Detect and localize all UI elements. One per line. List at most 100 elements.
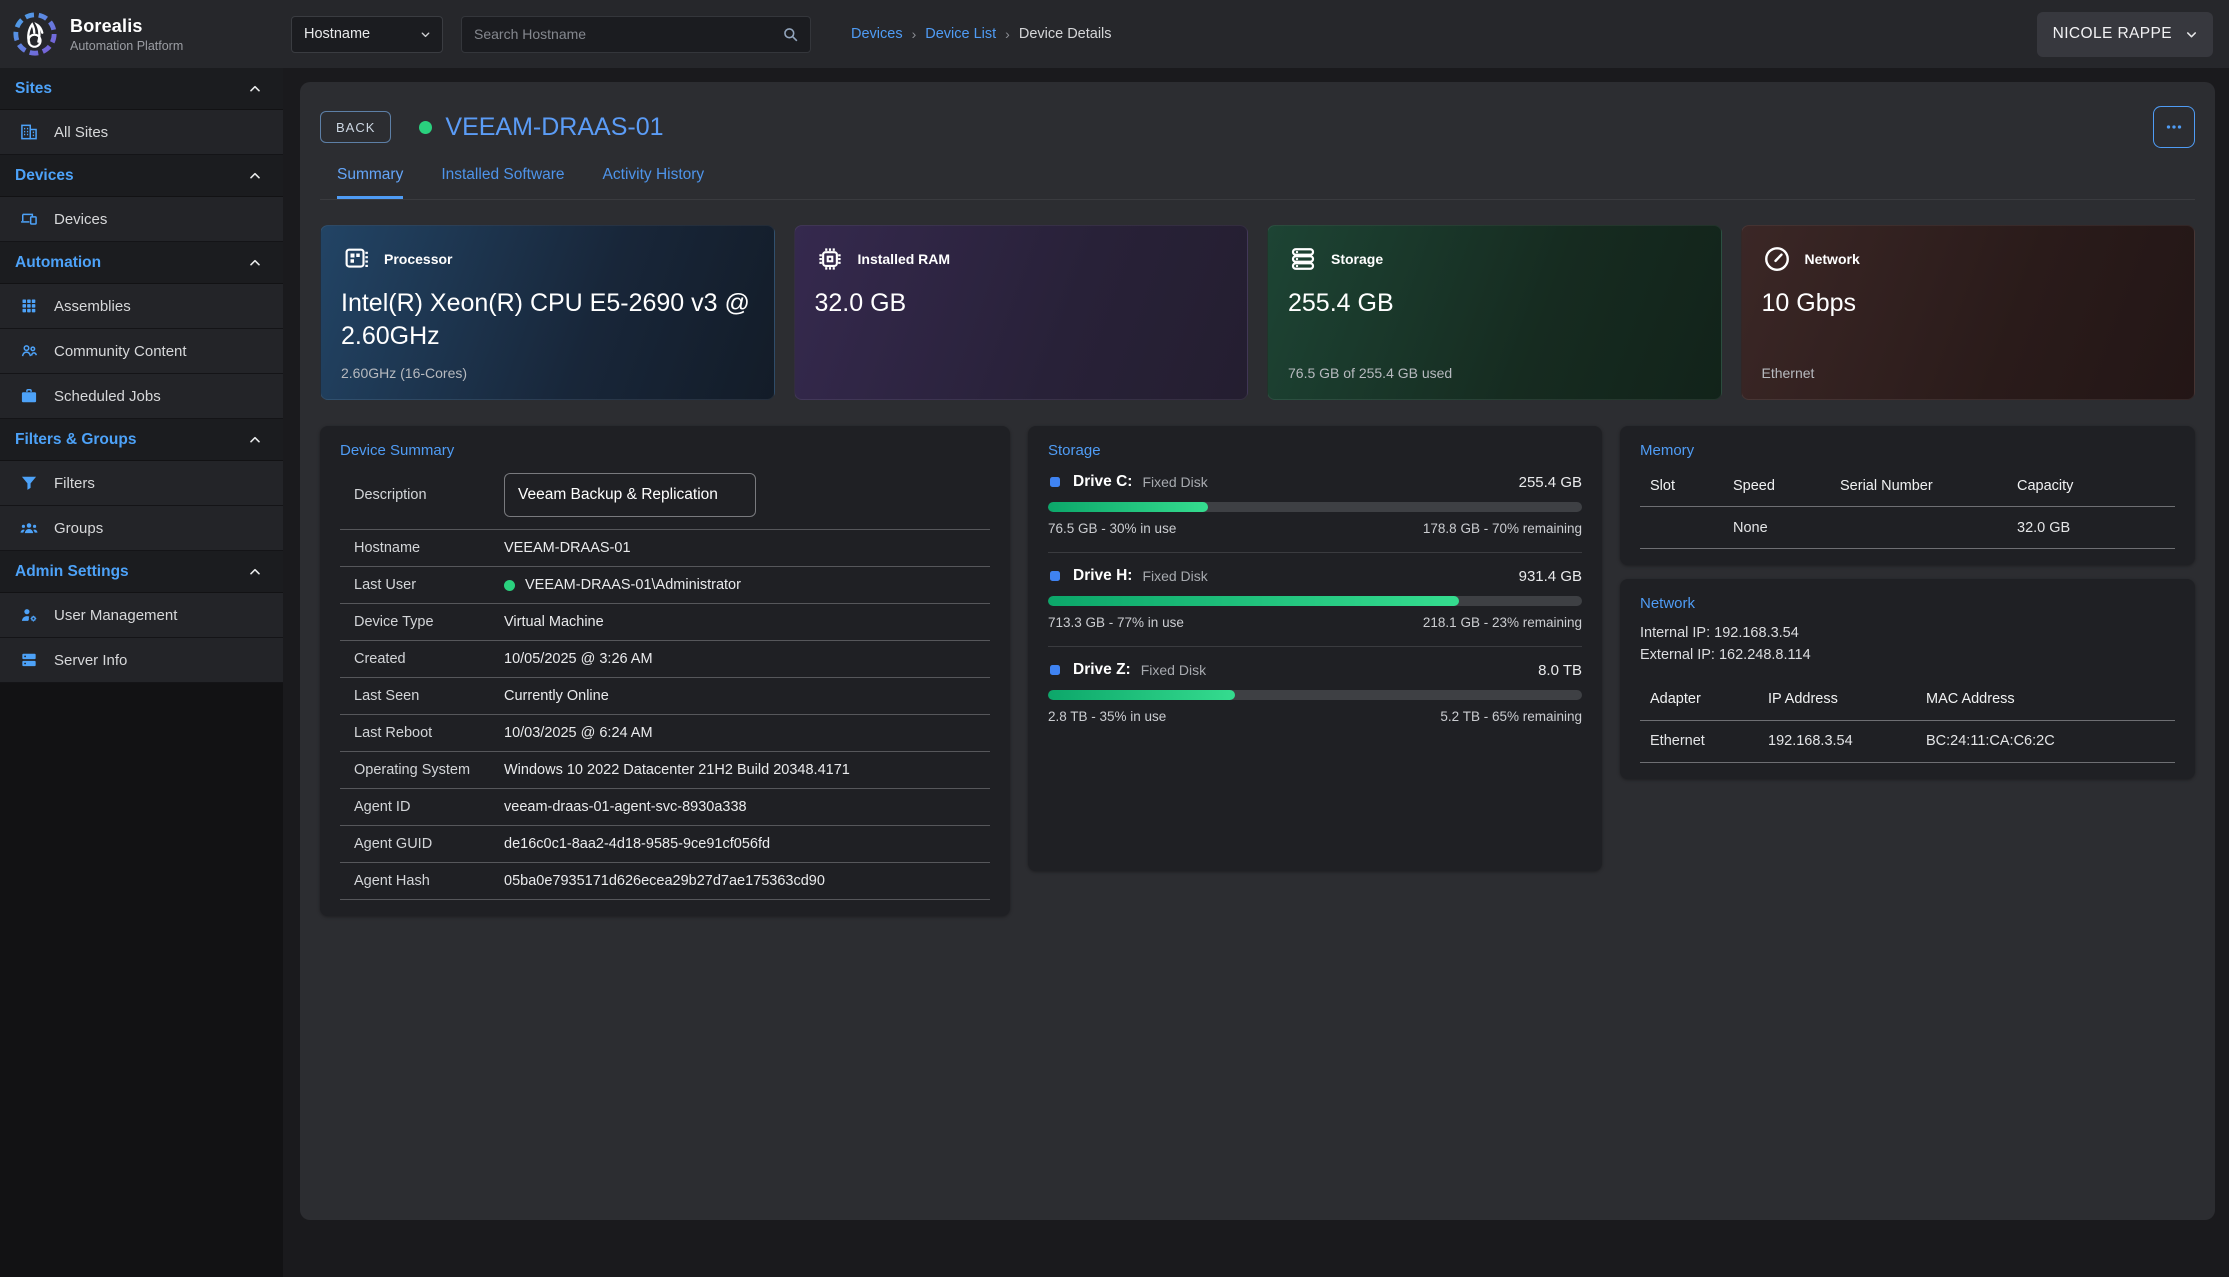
sidebar-section-label: Sites bbox=[15, 80, 52, 98]
stat-card-label: Network bbox=[1805, 251, 1860, 267]
drive-remaining-text: 218.1 GB - 23% remaining bbox=[1423, 615, 1582, 630]
drive-bullet-icon bbox=[1050, 477, 1060, 487]
main-region: BACK VEEAM-DRAAS-01 Summary Installed Sof… bbox=[283, 68, 2229, 1277]
memory-col-header: Speed bbox=[1733, 478, 1840, 494]
panel-title: Storage bbox=[1048, 442, 1582, 459]
chevron-down-icon bbox=[419, 28, 432, 41]
topbar: Borealis Automation Platform Hostname De… bbox=[0, 0, 2229, 68]
summary-row-operating-system: Operating SystemWindows 10 2022 Datacent… bbox=[340, 752, 990, 789]
drive-drive-c: Drive C:Fixed Disk255.4 GB76.5 GB - 30% … bbox=[1048, 459, 1582, 553]
sidebar-item-label: Assemblies bbox=[54, 298, 131, 315]
breadcrumb: Devices›Device List›Device Details bbox=[851, 26, 1112, 42]
sidebar-section-devices[interactable]: Devices bbox=[0, 155, 283, 197]
filter-icon bbox=[19, 473, 39, 493]
brand-subtitle: Automation Platform bbox=[70, 39, 183, 53]
sidebar-section-label: Filters & Groups bbox=[15, 431, 136, 449]
stat-card-processor: Processor Intel(R) Xeon(R) CPU E5-2690 v3… bbox=[320, 225, 775, 400]
summary-row-label: Last User bbox=[354, 577, 504, 593]
summary-row-agent-guid: Agent GUIDde16c0c1-8aa2-4d18-9585-9ce91c… bbox=[340, 826, 990, 863]
panel-title: Network bbox=[1640, 595, 2175, 612]
device-details-card: BACK VEEAM-DRAAS-01 Summary Installed Sof… bbox=[300, 82, 2215, 1220]
user-menu-button[interactable]: NICOLE RAPPE bbox=[2037, 12, 2213, 57]
tab-installed-software[interactable]: Installed Software bbox=[441, 166, 564, 199]
search-icon[interactable] bbox=[781, 25, 800, 44]
network-table: AdapterIP AddressMAC AddressEthernet192.… bbox=[1640, 679, 2175, 763]
sidebar-item-label: Server Info bbox=[54, 652, 127, 669]
storage-stack-icon bbox=[1288, 244, 1318, 274]
sidebar-section-label: Devices bbox=[15, 167, 74, 185]
stat-card-label: Processor bbox=[384, 251, 452, 267]
summary-row-value: de16c0c1-8aa2-4d18-9585-9ce91cf056fd bbox=[504, 836, 770, 852]
more-options-button[interactable] bbox=[2153, 106, 2195, 148]
sidebar-section-sites[interactable]: Sites bbox=[0, 68, 283, 110]
sidebar-item-label: Scheduled Jobs bbox=[54, 388, 161, 405]
sidebar-item-assemblies[interactable]: Assemblies bbox=[0, 284, 283, 329]
sidebar-item-community-content[interactable]: Community Content bbox=[0, 329, 283, 374]
breadcrumb-device-list[interactable]: Device List bbox=[925, 26, 996, 42]
summary-row-label: Hostname bbox=[354, 540, 504, 556]
memory-col-header: Capacity bbox=[2017, 478, 2175, 494]
stat-card-sub: 76.5 GB of 255.4 GB used bbox=[1288, 365, 1701, 381]
sidebar-item-all-sites[interactable]: All Sites bbox=[0, 110, 283, 155]
sidebar-item-scheduled-jobs[interactable]: Scheduled Jobs bbox=[0, 374, 283, 419]
gauge-icon bbox=[1762, 244, 1792, 274]
search-input[interactable] bbox=[474, 26, 781, 42]
stat-card-value: 255.4 GB bbox=[1288, 287, 1701, 320]
brand-name: Borealis bbox=[70, 16, 183, 37]
network-col-header: IP Address bbox=[1768, 691, 1926, 707]
hostname-filter-dropdown[interactable]: Hostname bbox=[291, 16, 443, 53]
building-icon bbox=[19, 122, 39, 142]
stat-card-value: Intel(R) Xeon(R) CPU E5-2690 v3 @ 2.60GH… bbox=[341, 287, 754, 352]
ram-chip-icon bbox=[815, 244, 845, 274]
people-icon bbox=[19, 341, 39, 361]
drive-total-size: 255.4 GB bbox=[1519, 474, 1582, 491]
drive-bullet-icon bbox=[1050, 571, 1060, 581]
stat-card-label: Installed RAM bbox=[858, 251, 951, 267]
tab-activity-history[interactable]: Activity History bbox=[603, 166, 705, 199]
ellipsis-icon bbox=[2163, 116, 2185, 138]
drive-type: Fixed Disk bbox=[1142, 474, 1207, 490]
stat-card-storage: Storage 255.4 GB 76.5 GB of 255.4 GB used bbox=[1267, 225, 1722, 400]
summary-row-agent-hash: Agent Hash05ba0e7935171d626ecea29b27d7ae… bbox=[340, 863, 990, 900]
borealis-rabbit-gear-logo bbox=[12, 11, 58, 57]
sidebar-item-server-info[interactable]: Server Info bbox=[0, 638, 283, 683]
panel-title: Device Summary bbox=[340, 442, 990, 459]
drive-remaining-text: 5.2 TB - 65% remaining bbox=[1440, 709, 1582, 724]
sidebar-item-groups[interactable]: Groups bbox=[0, 506, 283, 551]
device-tabs: Summary Installed Software Activity Histor… bbox=[320, 166, 2195, 200]
network-header-row: AdapterIP AddressMAC Address bbox=[1640, 679, 2175, 721]
server-icon bbox=[19, 650, 39, 670]
sidebar-section-automation[interactable]: Automation bbox=[0, 242, 283, 284]
network-cell: Ethernet bbox=[1650, 733, 1768, 749]
summary-row-last-user: Last UserVEEAM-DRAAS-01\Administrator bbox=[340, 567, 990, 604]
description-input[interactable] bbox=[504, 473, 756, 517]
sidebar-item-label: All Sites bbox=[54, 124, 108, 141]
network-panel: Network Internal IP: 192.168.3.54 Extern… bbox=[1620, 579, 2195, 779]
sidebar-section-label: Admin Settings bbox=[15, 563, 129, 581]
user-gear-icon bbox=[19, 605, 39, 625]
sidebar: SitesAll SitesDevicesDevicesAutomationAs… bbox=[0, 68, 283, 1277]
sidebar-section-filters-groups[interactable]: Filters & Groups bbox=[0, 419, 283, 461]
tab-summary[interactable]: Summary bbox=[337, 166, 403, 199]
summary-row-label: Created bbox=[354, 651, 504, 667]
device-summary-panel: Device Summary Description HostnameVEEAM… bbox=[320, 426, 1010, 916]
breadcrumb-devices[interactable]: Devices bbox=[851, 26, 903, 42]
sidebar-section-admin-settings[interactable]: Admin Settings bbox=[0, 551, 283, 593]
memory-col-header: Serial Number bbox=[1840, 478, 2017, 494]
briefcase-icon bbox=[19, 386, 39, 406]
summary-row-value: 10/03/2025 @ 6:24 AM bbox=[504, 725, 653, 741]
stat-card-label: Storage bbox=[1331, 251, 1383, 267]
memory-table: SlotSpeedSerial NumberCapacityNone32.0 G… bbox=[1640, 465, 2175, 549]
summary-row-value: Virtual Machine bbox=[504, 614, 604, 630]
back-button[interactable]: BACK bbox=[320, 111, 391, 143]
sidebar-item-filters[interactable]: Filters bbox=[0, 461, 283, 506]
summary-row-label: Description bbox=[354, 487, 504, 503]
sidebar-item-devices[interactable]: Devices bbox=[0, 197, 283, 242]
drive-drive-h: Drive H:Fixed Disk931.4 GB713.3 GB - 77%… bbox=[1048, 553, 1582, 647]
sidebar-item-user-management[interactable]: User Management bbox=[0, 593, 283, 638]
network-col-header: MAC Address bbox=[1926, 691, 2175, 707]
drive-drive-z: Drive Z:Fixed Disk8.0 TB2.8 TB - 35% in … bbox=[1048, 647, 1582, 740]
summary-row-description: Description bbox=[340, 459, 990, 530]
device-title: VEEAM-DRAAS-01 bbox=[445, 113, 663, 142]
summary-row-value: 05ba0e7935171d626ecea29b27d7ae175363cd90 bbox=[504, 873, 825, 889]
